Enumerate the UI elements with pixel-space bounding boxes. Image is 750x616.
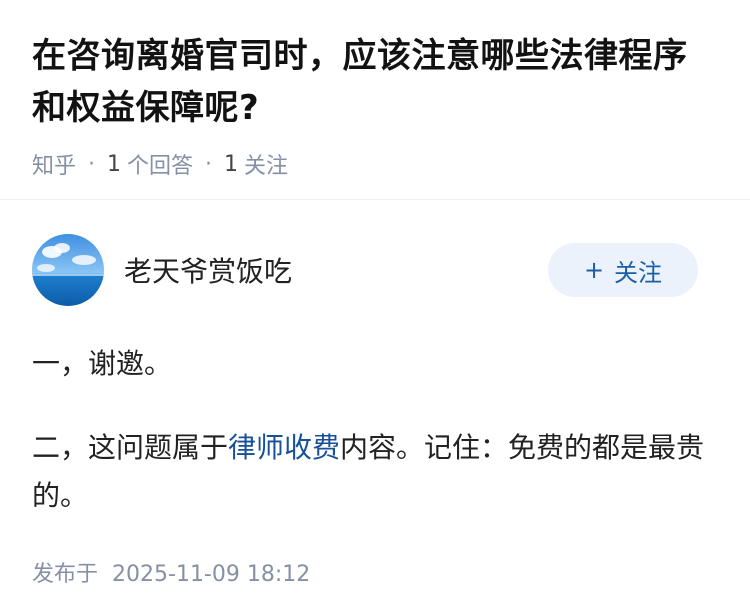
answer-card: 老天爷赏饭吃 + 关注 一，谢邀。 二，这问题属于律师收费内容。记住：免费的都是… bbox=[0, 200, 750, 588]
author-name[interactable]: 老天爷赏饭吃 bbox=[124, 250, 548, 290]
question-header: 在咨询离婚官司时，应该注意哪些法律程序和权益保障呢? 知乎 · 1 个回答 · … bbox=[0, 0, 750, 200]
meta-separator: · bbox=[205, 151, 213, 177]
question-meta: 知乎 · 1 个回答 · 1 关注 bbox=[32, 148, 718, 180]
meta-separator: · bbox=[88, 151, 96, 177]
answer-paragraph: 二，这问题属于律师收费内容。记住：免费的都是最贵的。 bbox=[32, 424, 718, 520]
plus-icon: + bbox=[583, 256, 605, 284]
published-label: 发布于 bbox=[32, 562, 99, 587]
publish-info: 发布于 2025-11-09 18:12 bbox=[32, 556, 718, 588]
answer-content: 一，谢邀。 二，这问题属于律师收费内容。记住：免费的都是最贵的。 bbox=[32, 340, 718, 520]
follow-button-label: 关注 bbox=[614, 258, 663, 287]
followers-label[interactable]: 关注 bbox=[244, 148, 288, 180]
avatar-image bbox=[32, 234, 104, 306]
answers-label[interactable]: 个回答 bbox=[127, 148, 193, 180]
lawyer-fee-link[interactable]: 律师收费 bbox=[228, 431, 340, 464]
published-time: 2025-11-09 18:12 bbox=[112, 562, 311, 587]
answers-count: 1 bbox=[107, 151, 122, 177]
avatar[interactable] bbox=[32, 234, 104, 306]
author-row: 老天爷赏饭吃 + 关注 bbox=[32, 234, 718, 306]
follow-button[interactable]: + 关注 bbox=[548, 243, 698, 297]
answer-paragraph: 一，谢邀。 bbox=[32, 347, 173, 380]
question-title[interactable]: 在咨询离婚官司时，应该注意哪些法律程序和权益保障呢? bbox=[32, 30, 718, 134]
source-label[interactable]: 知乎 bbox=[32, 148, 76, 180]
followers-count: 1 bbox=[224, 151, 239, 177]
paragraph-text: 二，这问题属于 bbox=[32, 431, 229, 464]
